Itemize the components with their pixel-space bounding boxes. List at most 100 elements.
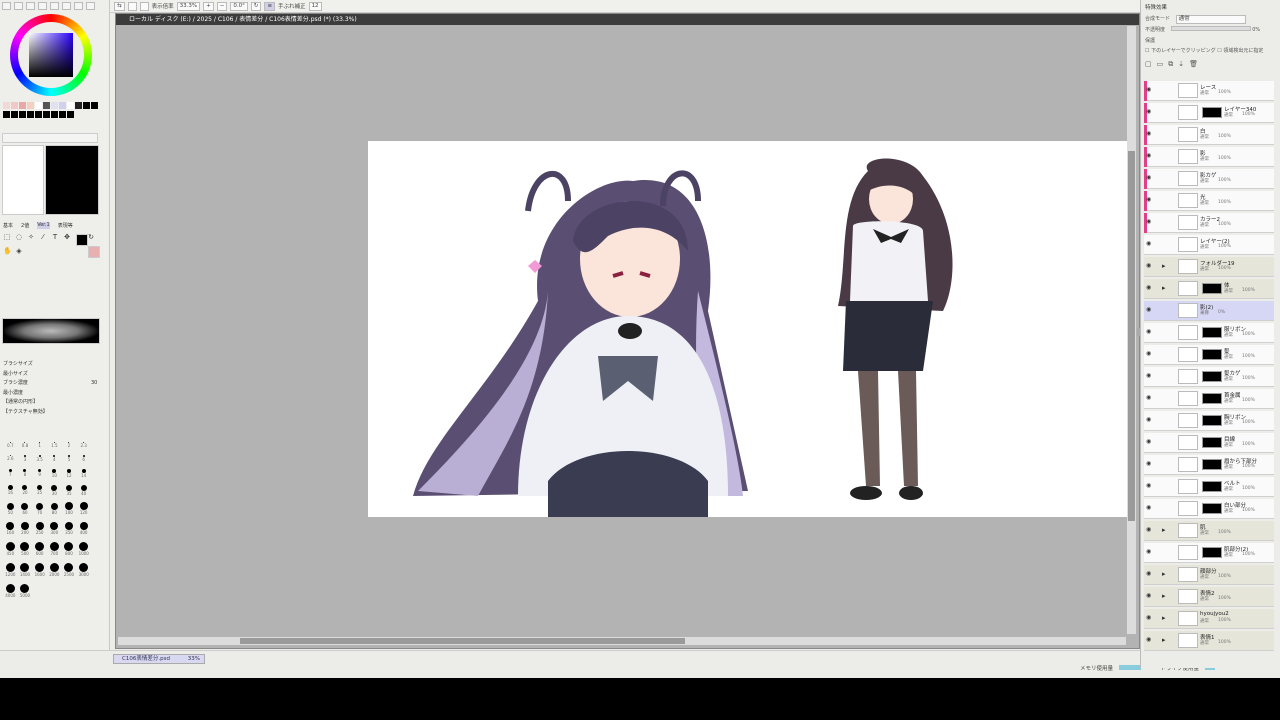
brush-preset[interactable]: 25 <box>37 485 42 495</box>
tool-tab[interactable]: 基本 <box>3 222 13 229</box>
brush-preset[interactable]: 50 <box>6 502 14 515</box>
layer-row[interactable]: ◉ 白通常 100% <box>1144 125 1274 145</box>
panel-button[interactable] <box>2 2 11 10</box>
eye-icon[interactable]: ◉ <box>1146 461 1152 467</box>
eye-icon[interactable]: ◉ <box>1146 153 1152 159</box>
brush-preset[interactable]: 5 <box>68 454 70 462</box>
brush-preset[interactable]: 5000 <box>20 584 30 598</box>
eye-icon[interactable]: ◉ <box>1146 439 1152 445</box>
eye-icon[interactable]: ◉ <box>1146 197 1152 203</box>
eye-icon[interactable]: ◉ <box>1146 395 1152 401</box>
eye-icon[interactable]: ◉ <box>1146 307 1152 313</box>
brush-preset[interactable]: 14 <box>81 468 86 478</box>
brush-preset[interactable]: 3000 <box>79 563 89 577</box>
layer-row[interactable]: ◉ ▸ 体通常 100% <box>1144 279 1274 299</box>
selection-tool-icon[interactable]: ⬚ <box>3 233 11 241</box>
brush-preset[interactable]: 2000 <box>49 563 59 577</box>
color-wheel[interactable] <box>10 14 92 96</box>
brush-preset[interactable]: 1.5 <box>51 441 58 448</box>
brush-preset[interactable]: 2 <box>68 441 70 448</box>
eye-icon[interactable]: ◉ <box>1146 527 1152 533</box>
swatch[interactable] <box>67 102 74 109</box>
brush-preset[interactable]: 100 <box>64 502 73 515</box>
eye-icon[interactable]: ◉ <box>1146 615 1152 621</box>
eye-icon[interactable]: ◉ <box>1146 263 1152 269</box>
horizontal-scroll-thumb[interactable] <box>240 638 685 644</box>
layer-row[interactable]: ◉ 眉から下部分 通常 100% <box>1144 455 1274 475</box>
eye-icon[interactable]: ◉ <box>1146 549 1152 555</box>
layer-row[interactable]: ◉ ▸ 表情1 通常 100% <box>1144 631 1274 651</box>
rotate-tool-icon[interactable]: ↻ <box>87 233 95 241</box>
horizontal-scrollbar[interactable] <box>118 637 1126 645</box>
brush-preset[interactable]: 1400 <box>20 563 30 577</box>
brush-preset[interactable]: 250 <box>35 522 44 535</box>
brush-preset[interactable]: 4000 <box>5 584 15 598</box>
layer-row[interactable]: ◉ 服リボン 通常 100% <box>1144 323 1274 343</box>
brush-preset[interactable]: 60 <box>21 502 29 515</box>
eye-icon[interactable]: ◉ <box>1146 285 1152 291</box>
flip-button[interactable]: ≡ <box>264 1 276 11</box>
copy-layer-icon[interactable]: ⧉ <box>1168 60 1178 68</box>
file-tab[interactable]: C106表情差分.psd 33% <box>113 654 205 664</box>
layer-row[interactable]: ◉ ▸ 表情2 通常 100% <box>1144 587 1274 607</box>
layer-row[interactable]: ◉ 白い部分 通常 100% <box>1144 499 1274 519</box>
stabilizer-field[interactable]: 12 <box>308 1 322 11</box>
brush-preset[interactable]: 1000 <box>79 542 89 556</box>
brush-preset[interactable]: 6 <box>82 454 85 462</box>
fill-tool-icon[interactable]: ◈ <box>15 247 23 255</box>
toolbar-button[interactable] <box>127 1 137 11</box>
brush-preset[interactable]: 30 <box>51 484 58 496</box>
brush-preset[interactable]: 40 <box>80 484 87 496</box>
folder-expand-icon[interactable]: ▸ <box>1162 526 1166 534</box>
brush-preset[interactable]: 9 <box>38 469 42 477</box>
brush-preset[interactable]: 160 <box>6 522 15 535</box>
layer-row[interactable]: ◉ 肌部分(2) 通常 100% <box>1144 543 1274 563</box>
brush-preset[interactable]: 800 <box>64 542 74 556</box>
saturation-value-square[interactable] <box>29 33 73 77</box>
swatch[interactable] <box>3 102 10 109</box>
swatch[interactable] <box>91 102 98 109</box>
opacity-slider[interactable] <box>1170 26 1251 31</box>
toolbar-button[interactable]: ⇆ <box>114 1 125 11</box>
zoom-out-button[interactable]: − <box>216 1 228 11</box>
eye-icon[interactable]: ◉ <box>1146 241 1152 247</box>
layer-row[interactable]: ◉ ▸ hyoujyou2 通常 100% <box>1144 609 1274 629</box>
brush-preset[interactable]: 35 <box>65 484 72 496</box>
zoom-field[interactable]: 33.3% <box>176 1 201 11</box>
eye-icon[interactable]: ◉ <box>1146 637 1152 643</box>
lasso-tool-icon[interactable]: ◌ <box>15 233 23 241</box>
eye-icon[interactable]: ◉ <box>1146 373 1152 379</box>
eye-icon[interactable]: ◉ <box>1146 87 1152 93</box>
new-folder-icon[interactable]: ▭ <box>1157 60 1169 68</box>
swatch[interactable] <box>11 110 18 118</box>
swatch[interactable] <box>75 102 82 109</box>
toolbar-button[interactable] <box>139 1 149 11</box>
eye-icon[interactable]: ◉ <box>1146 175 1152 181</box>
eyedropper-icon[interactable]: ⁄ <box>39 233 47 241</box>
swatch[interactable] <box>83 102 90 109</box>
blend-mode-select[interactable]: 通常 <box>1175 15 1246 24</box>
foreground-color[interactable] <box>76 234 88 246</box>
brush-preset[interactable]: 350 <box>64 522 73 535</box>
merge-icon[interactable]: ⇣ <box>1178 60 1189 68</box>
folder-expand-icon[interactable]: ▸ <box>1162 262 1166 270</box>
artwork-canvas[interactable] <box>368 141 1128 517</box>
brush-preset[interactable]: 200 <box>20 522 29 535</box>
eye-icon[interactable]: ◉ <box>1146 417 1152 423</box>
eye-icon[interactable]: ◉ <box>1146 329 1152 335</box>
swatch[interactable] <box>51 110 58 118</box>
swatch[interactable] <box>43 102 50 109</box>
magic-wand-icon[interactable]: ✧ <box>27 233 35 241</box>
brush-preset[interactable]: 400 <box>79 522 88 535</box>
swatch[interactable] <box>35 102 42 109</box>
layer-row[interactable]: ◉ ▸ フォルダー19 通常 100% <box>1144 257 1274 277</box>
move-tool-icon[interactable]: ✥ <box>63 233 71 241</box>
swatch[interactable] <box>43 110 50 118</box>
brush-preset[interactable]: 1200 <box>5 563 15 577</box>
brush-preset[interactable]: 3.5 <box>36 454 43 462</box>
layer-row[interactable]: ◉ 目線 通常 100% <box>1144 433 1274 453</box>
brush-preset[interactable]: 20 <box>22 485 28 495</box>
swatch[interactable] <box>27 110 34 118</box>
folder-expand-icon[interactable]: ▸ <box>1162 284 1166 292</box>
swatch[interactable] <box>19 110 26 118</box>
